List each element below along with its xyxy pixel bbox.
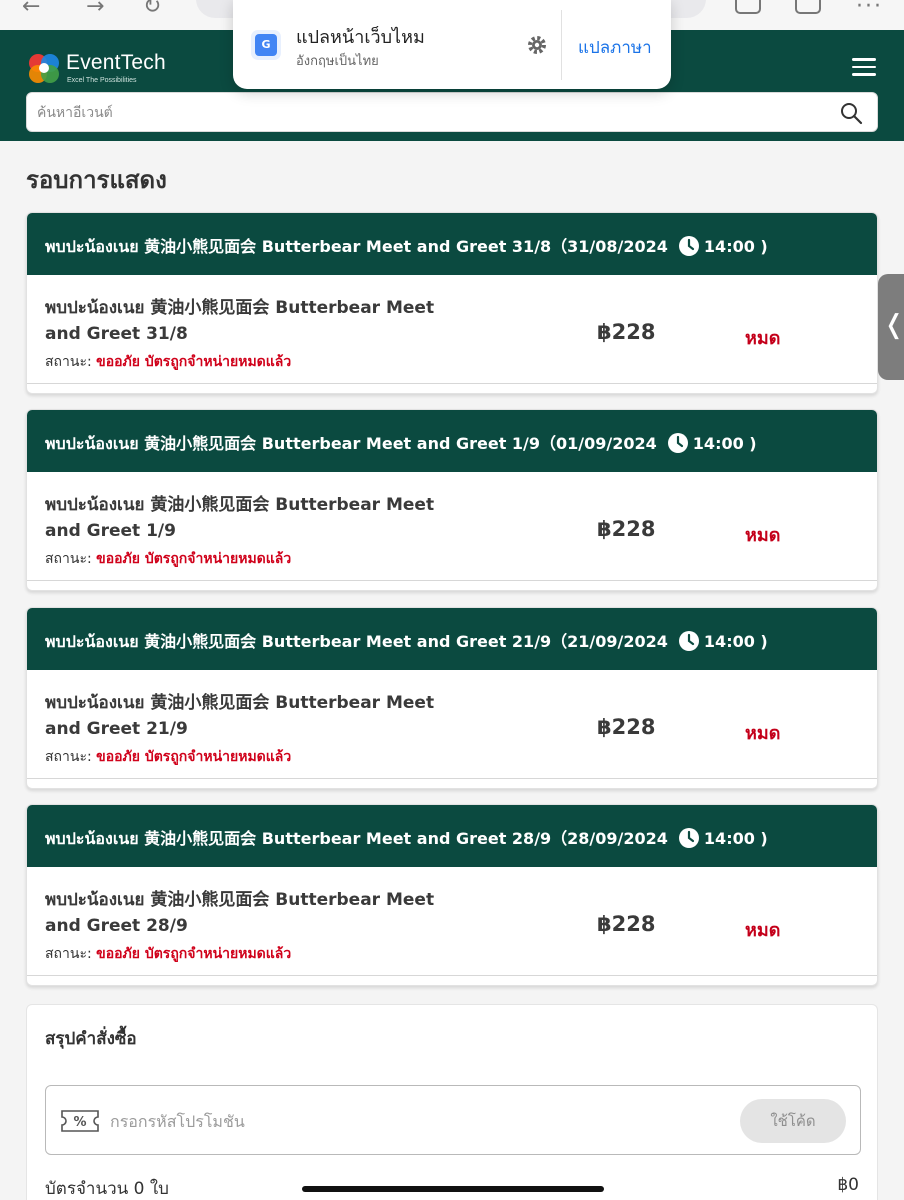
ticket-price: ฿228 — [597, 320, 656, 344]
brand-tagline: Excel The Possibilities — [67, 77, 137, 84]
soldout-badge: หมด — [745, 920, 781, 941]
show-card: พบปะน้องเนย 黄油小熊见面会 Butterbear Meet and … — [26, 212, 878, 394]
tab-group-button[interactable] — [795, 0, 821, 14]
promo-code-box: % ใช้โค้ด — [45, 1085, 861, 1155]
soldout-badge: หมด — [745, 328, 781, 349]
card-divider — [27, 580, 877, 581]
ticket-name: พบปะน้องเนย 黄油小熊见面会 Butterbear Meet and … — [45, 495, 435, 541]
ticket-status-label: สถานะ: — [45, 551, 97, 567]
menu-icon[interactable] — [852, 58, 876, 76]
show-time: 14:00 ) — [703, 237, 768, 256]
translate-icon: G — [251, 30, 281, 60]
translate-button[interactable]: แปลภาษา — [578, 34, 652, 61]
brand-logo-mark-icon — [29, 54, 59, 83]
ticket-status: สถานะ: ขออภัย บัตรถูกจำหน่ายหมดแล้ว — [45, 746, 291, 768]
apply-code-button[interactable]: ใช้โค้ด — [740, 1099, 846, 1143]
show-time: 14:00 ) — [692, 434, 757, 453]
ticket-status-value: ขออภัย บัตรถูกจำหน่ายหมดแล้ว — [96, 946, 292, 962]
ticket-status-value: ขออภัย บัตรถูกจำหน่ายหมดแล้ว — [96, 749, 292, 765]
order-total: ฿0 — [837, 1175, 859, 1195]
brand-logo[interactable]: EventTech Excel The Possibilities — [26, 50, 216, 90]
translate-title: แปลหน้าเว็บไหม — [296, 27, 425, 48]
page-title: รอบการแสดง — [26, 166, 167, 194]
svg-text:%: % — [73, 1115, 86, 1130]
soldout-badge: หมด — [745, 723, 781, 744]
clock-icon — [667, 433, 688, 453]
show-time: 14:00 ) — [703, 632, 768, 651]
show-card: พบปะน้องเนย 黄油小熊见面会 Butterbear Meet and … — [26, 409, 878, 591]
ticket-status-value: ขออภัย บัตรถูกจำหน่ายหมดแล้ว — [96, 551, 292, 567]
show-header-title: พบปะน้องเนย 黄油小熊见面会 Butterbear Meet and … — [45, 434, 657, 453]
translate-divider — [561, 10, 562, 80]
show-card: พบปะน้องเนย 黄油小熊见面会 Butterbear Meet and … — [26, 804, 878, 986]
home-indicator[interactable] — [302, 1186, 604, 1192]
show-card: พบปะน้องเนย 黄油小熊见面会 Butterbear Meet and … — [26, 607, 878, 789]
clock-icon — [678, 236, 699, 256]
card-divider — [27, 975, 877, 976]
card-divider — [27, 383, 877, 384]
ticket-status-value: ขออภัย บัตรถูกจำหน่ายหมดแล้ว — [96, 354, 292, 370]
more-icon[interactable]: ··· — [856, 0, 883, 18]
tabs-button[interactable] — [735, 0, 761, 14]
search-icon[interactable] — [839, 101, 863, 125]
order-summary-title: สรุปคำสั่งซื้อ — [45, 1029, 137, 1049]
side-panel-toggle[interactable]: ❬ — [878, 274, 904, 380]
show-header: พบปะน้องเนย 黄油小熊见面会 Butterbear Meet and … — [27, 608, 877, 670]
chevron-left-icon: ❬ — [883, 310, 904, 340]
brand-name: EventTech — [66, 51, 166, 74]
ticket-name: พบปะน้องเนย 黄油小熊见面会 Butterbear Meet and … — [45, 693, 435, 739]
ticket-price: ฿228 — [597, 715, 656, 739]
show-header: พบปะน้องเนย 黄油小熊见面会 Butterbear Meet and … — [27, 805, 877, 867]
show-header-title: พบปะน้องเนย 黄油小熊见面会 Butterbear Meet and … — [45, 237, 668, 256]
search-input[interactable] — [37, 102, 817, 124]
gear-icon[interactable] — [525, 33, 549, 57]
order-summary: สรุปคำสั่งซื้อ % ใช้โค้ด บัตรจำนวน 0 ใบ … — [26, 1004, 878, 1200]
ticket-status: สถานะ: ขออภัย บัตรถูกจำหน่ายหมดแล้ว — [45, 548, 291, 570]
clock-icon — [678, 631, 699, 651]
show-header-title: พบปะน้องเนย 黄油小熊见面会 Butterbear Meet and … — [45, 632, 668, 651]
search-bar — [26, 92, 878, 132]
ticket-row[interactable]: พบปะน้องเนย 黄油小熊见面会 Butterbear Meet and … — [27, 472, 877, 580]
ticket-name: พบปะน้องเนย 黄油小熊见面会 Butterbear Meet and … — [45, 298, 435, 344]
translate-subtitle: อังกฤษเป็นไทย — [296, 54, 379, 69]
forward-arrow-icon[interactable]: → — [86, 0, 104, 18]
soldout-badge: หมด — [745, 525, 781, 546]
show-header: พบปะน้องเนย 黄油小熊见面会 Butterbear Meet and … — [27, 410, 877, 472]
ticket-status: สถานะ: ขออภัย บัตรถูกจำหน่ายหมดแล้ว — [45, 351, 291, 373]
ticket-row[interactable]: พบปะน้องเนย 黄油小熊见面会 Butterbear Meet and … — [27, 670, 877, 778]
ticket-row[interactable]: พบปะน้องเนย 黄油小熊见面会 Butterbear Meet and … — [27, 275, 877, 383]
clock-icon — [678, 828, 699, 848]
ticket-status-label: สถานะ: — [45, 946, 97, 962]
ticket-row[interactable]: พบปะน้องเนย 黄油小熊见面会 Butterbear Meet and … — [27, 867, 877, 975]
coupon-icon: % — [61, 1110, 99, 1132]
show-time: 14:00 ) — [703, 829, 768, 848]
ticket-status-label: สถานะ: — [45, 354, 97, 370]
ticket-count: บัตรจำนวน 0 ใบ — [45, 1179, 169, 1199]
ticket-name: พบปะน้องเนย 黄油小熊见面会 Butterbear Meet and … — [45, 890, 435, 936]
show-header-title: พบปะน้องเนย 黄油小熊见面会 Butterbear Meet and … — [45, 829, 668, 848]
translate-popup: G แปลหน้าเว็บไหม อังกฤษเป็นไทย แปลภาษา — [233, 0, 671, 89]
card-divider — [27, 778, 877, 779]
reload-icon[interactable]: ↻ — [143, 0, 161, 18]
ticket-status-label: สถานะ: — [45, 749, 97, 765]
ticket-status: สถานะ: ขออภัย บัตรถูกจำหน่ายหมดแล้ว — [45, 943, 291, 965]
promo-code-input[interactable] — [110, 1108, 710, 1134]
back-arrow-icon[interactable]: ← — [22, 0, 40, 18]
ticket-price: ฿228 — [597, 517, 656, 541]
show-header: พบปะน้องเนย 黄油小熊见面会 Butterbear Meet and … — [27, 213, 877, 275]
ticket-price: ฿228 — [597, 912, 656, 936]
